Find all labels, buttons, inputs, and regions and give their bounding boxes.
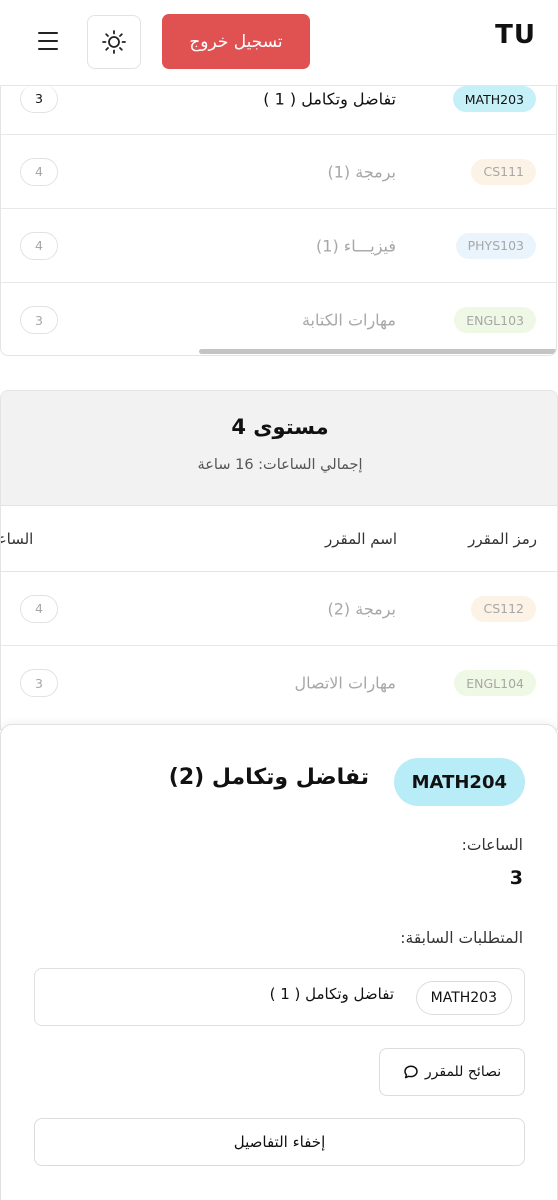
- logout-button[interactable]: تسجيل خروج: [162, 14, 310, 69]
- app-header: تسجيل خروج TU: [0, 0, 558, 86]
- tips-label: نصائح للمقرر: [424, 1064, 502, 1080]
- hide-details-button[interactable]: إخفاء التفاصيل: [34, 1118, 525, 1166]
- prereq-label: المتطلبات السابقة:: [400, 929, 523, 947]
- table-row[interactable]: ENGL104 مهارات الاتصال 3: [1, 646, 557, 720]
- table-header: رمز المقرر اسم المقرر الساعات: [1, 506, 557, 572]
- sun-icon: [102, 30, 126, 54]
- course-code-badge: CS112: [471, 595, 536, 622]
- level4-card: مستوى 4 إجمالي الساعات: 16 ساعة رمز المق…: [0, 390, 558, 730]
- hours-label: الساعات:: [461, 836, 523, 854]
- column-header-code: رمز المقرر: [468, 529, 537, 548]
- theme-toggle-button[interactable]: [87, 15, 141, 69]
- course-code-badge: MATH203: [452, 86, 536, 112]
- level-header: مستوى 4 إجمالي الساعات: 16 ساعة: [1, 391, 557, 506]
- logo: TU: [495, 20, 536, 50]
- menu-button[interactable]: [28, 27, 68, 55]
- level-total-hours: إجمالي الساعات: 16 ساعة: [197, 457, 363, 473]
- hamburger-icon: [38, 32, 58, 34]
- detail-course-title: تفاضل وتكامل (2): [168, 765, 369, 790]
- detail-course-code: MATH204: [393, 758, 525, 806]
- course-name: مهارات الاتصال: [294, 673, 396, 693]
- prereq-code-badge: MATH203: [415, 981, 512, 1015]
- prereq-item[interactable]: MATH203 تفاضل وتكامل ( 1 ): [34, 968, 525, 1026]
- course-name: برمجة (1): [327, 162, 396, 181]
- course-name: فيزيـــاء (1): [316, 236, 396, 255]
- course-hours: 4: [20, 594, 58, 623]
- prereq-name: تفاضل وتكامل ( 1 ): [269, 985, 394, 1003]
- horizontal-scrollbar[interactable]: [199, 349, 556, 354]
- level-title: مستوى 4: [231, 415, 329, 439]
- course-hours: 4: [20, 157, 58, 186]
- chat-bubble-icon: [404, 1065, 418, 1079]
- table-row[interactable]: ENGL103 مهارات الكتابة 3: [1, 283, 556, 355]
- course-tips-button[interactable]: نصائح للمقرر: [379, 1048, 525, 1096]
- table-row[interactable]: CS112 برمجة (2) 4: [1, 572, 557, 646]
- column-header-hours: الساعات: [1, 529, 34, 548]
- column-header-name: اسم المقرر: [324, 529, 397, 548]
- course-name: تفاضل وتكامل ( 1 ): [263, 89, 396, 109]
- course-hours: 3: [20, 85, 58, 113]
- table-row[interactable]: CS111 برمجة (1) 4: [1, 135, 556, 209]
- course-name: برمجة (2): [327, 599, 396, 618]
- course-name: مهارات الكتابة: [301, 310, 396, 330]
- course-code-badge: CS111: [471, 158, 536, 185]
- table-row[interactable]: PHYS103 فيزيـــاء (1) 4: [1, 209, 556, 283]
- level3-course-table: MATH203 تفاضل وتكامل ( 1 ) 3 CS111 برمجة…: [0, 60, 557, 356]
- course-code-badge: PHYS103: [455, 232, 536, 259]
- course-hours: 4: [20, 231, 58, 260]
- course-code-badge: ENGL104: [454, 670, 536, 696]
- course-detail-panel: MATH204 تفاضل وتكامل (2) الساعات: 3 المت…: [0, 724, 558, 1200]
- course-hours: 3: [20, 669, 58, 697]
- hours-value: 3: [509, 867, 523, 889]
- course-hours: 3: [20, 306, 58, 334]
- course-code-badge: ENGL103: [454, 307, 536, 333]
